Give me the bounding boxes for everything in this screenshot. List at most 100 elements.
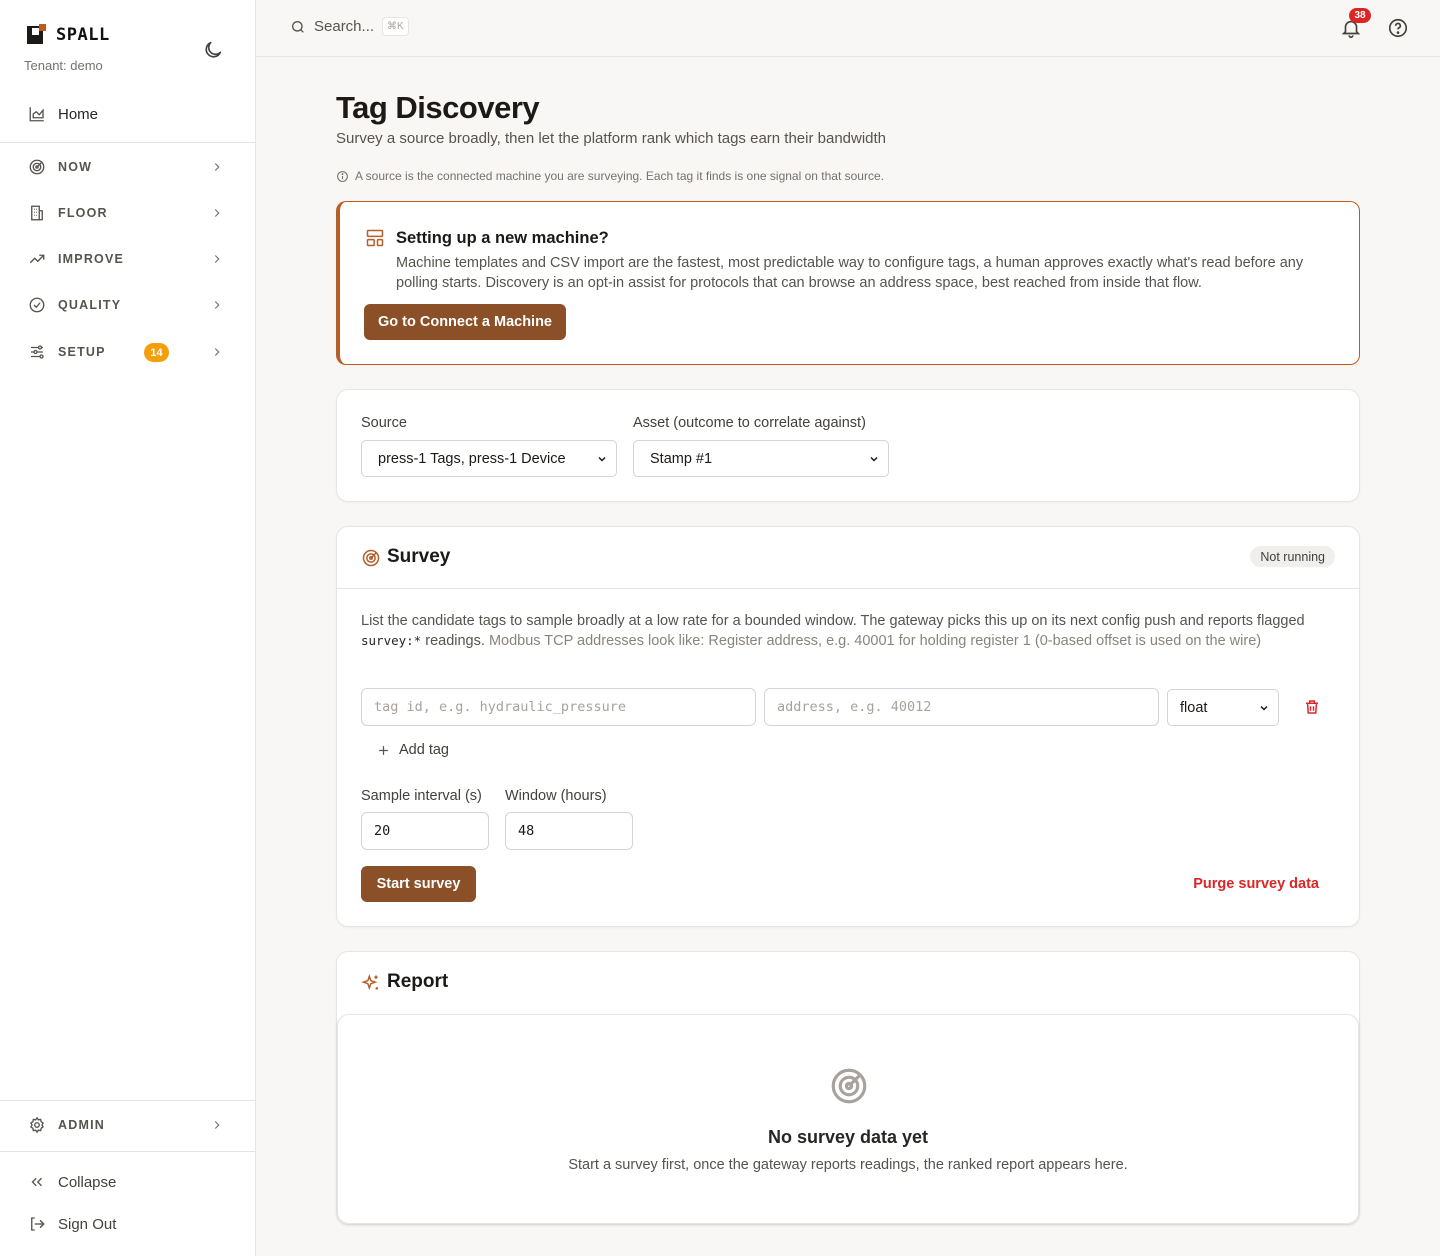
source-select[interactable]: press-1 Tags, press-1 Device [361,440,617,477]
address-input[interactable]: address, e.g. 40012 [764,688,1159,726]
page-note-text: A source is the connected machine you ar… [355,169,884,183]
search-shortcut: ⌘K [382,17,409,36]
interval-label: Sample interval (s) [361,788,482,804]
search-icon [292,20,304,33]
radar-icon [28,158,46,176]
collapse-label: Collapse [58,1173,117,1191]
brand-name: SPALL [56,25,110,45]
sidebar-group-label: SETUP [58,345,106,359]
sample-interval-input[interactable]: 20 [361,812,489,850]
survey-header: Survey Not running [337,527,1359,589]
chevron-right-icon [214,348,220,356]
plus-icon [379,745,388,755]
connect-machine-button[interactable]: Go to Connect a Machine [364,304,566,340]
sidebar-group-improve[interactable]: IMPROVE [16,241,240,277]
survey-desc-hint: Modbus TCP addresses look like: Register… [488,633,1262,649]
radar-icon [831,1068,867,1104]
asset-label: Asset (outcome to correlate against) [633,415,866,431]
report-header: Report [337,952,1359,1014]
chevron-down-icon [1260,705,1268,711]
chevron-down-icon [870,456,878,462]
asset-select[interactable]: Stamp #1 [633,440,889,477]
radar-icon [362,549,380,567]
chevron-right-icon [214,163,220,171]
empty-state-subtitle: Start a survey first, once the gateway r… [568,1157,1128,1173]
sidebar-group-label: QUALITY [58,298,122,312]
survey-desc-text: List the candidate tags to sample broadl… [361,613,1305,629]
survey-title: Survey [387,546,451,567]
topbar: Search... ⌘K 38 [256,0,1440,57]
sliders-icon [28,343,46,361]
chevron-right-icon [214,255,220,263]
empty-state-title: No survey data yet [767,1127,929,1147]
moon-icon[interactable] [202,39,224,61]
divider [0,1151,255,1152]
trend-up-icon [28,250,46,268]
source-card: Source press-1 Tags, press-1 Device Asse… [336,389,1360,502]
sidebar-item-home[interactable]: Home [16,96,240,132]
search-placeholder: Search... [314,18,375,35]
window-label: Window (hours) [505,788,607,804]
sidebar-group-label: NOW [58,160,93,174]
layout-template-icon [366,229,384,247]
chevron-down-icon [598,456,606,462]
sidebar-group-label: FLOOR [58,206,108,220]
chevrons-left-icon [31,1177,42,1187]
sidebar-group-floor[interactable]: FLOOR [16,195,240,231]
sidebar-group-quality[interactable]: QUALITY [16,287,240,323]
trash-icon[interactable] [1303,698,1321,716]
sidebar-group-admin[interactable]: ADMIN [16,1107,240,1143]
page-subtitle: Survey a source broadly, then let the pl… [336,130,887,147]
chevron-right-icon [214,209,220,217]
chevron-right-icon [214,1121,220,1129]
start-survey-button[interactable]: Start survey [361,866,476,902]
notification-badge: 38 [1349,8,1371,23]
type-select[interactable]: float [1167,689,1279,726]
sidebar-group-now[interactable]: NOW [16,149,240,185]
spall-logo-icon [27,24,46,44]
building-icon [28,204,46,222]
sidebar: SPALL Tenant: demo Home NOW FLOOR IMPROV… [0,0,256,1256]
type-select-value: float [1180,699,1208,716]
callout-title: Setting up a new machine? [396,229,609,247]
status-badge: Not running [1250,546,1335,567]
sidebar-group-setup[interactable]: SETUP 14 [16,334,240,370]
survey-desc-text-2: readings. [421,633,489,649]
info-icon [337,170,348,182]
source-select-value: press-1 Tags, press-1 Device [378,450,566,467]
page-title: Tag Discovery [336,90,540,125]
asset-select-value: Stamp #1 [650,450,713,467]
page-note: A source is the connected machine you ar… [336,169,884,183]
add-tag-button[interactable]: Add tag [377,742,449,758]
collapse-button[interactable]: Collapse [16,1165,240,1199]
setup-count-badge: 14 [144,343,169,362]
sign-out-label: Sign Out [58,1215,117,1233]
divider [0,1100,255,1101]
sidebar-group-label: ADMIN [58,1118,105,1132]
tenant-label: Tenant: demo [24,58,103,73]
divider [0,142,255,143]
purge-survey-button[interactable]: Purge survey data [1193,876,1319,892]
tag-id-input[interactable]: tag id, e.g. hydraulic_pressure [361,688,756,726]
chart-area-icon [29,107,44,122]
chevron-right-icon [214,301,220,309]
report-empty-state: No survey data yet Start a survey first,… [337,1014,1359,1224]
add-tag-label: Add tag [399,742,449,758]
report-card: Report No survey data yet Start a survey… [336,951,1360,1225]
search-trigger[interactable]: Search... ⌘K [290,17,409,36]
sparkles-icon [361,974,379,991]
brand-logo[interactable]: SPALL [26,24,110,46]
gear-icon [28,1116,46,1134]
help-icon[interactable] [1387,17,1409,39]
survey-card: Survey Not running List the candidate ta… [336,526,1360,927]
sign-out-button[interactable]: Sign Out [16,1207,240,1241]
sidebar-group-label: IMPROVE [58,252,125,266]
callout-body: Machine templates and CSV import are the… [396,255,1304,291]
sidebar-item-label: Home [58,105,99,123]
window-hours-input[interactable]: 48 [505,812,633,850]
report-title: Report [387,971,449,992]
new-machine-callout: Setting up a new machine? Machine templa… [336,201,1360,365]
log-out-icon [31,1217,45,1231]
source-label: Source [361,415,407,431]
survey-description: List the candidate tags to sample broadl… [361,611,1321,651]
